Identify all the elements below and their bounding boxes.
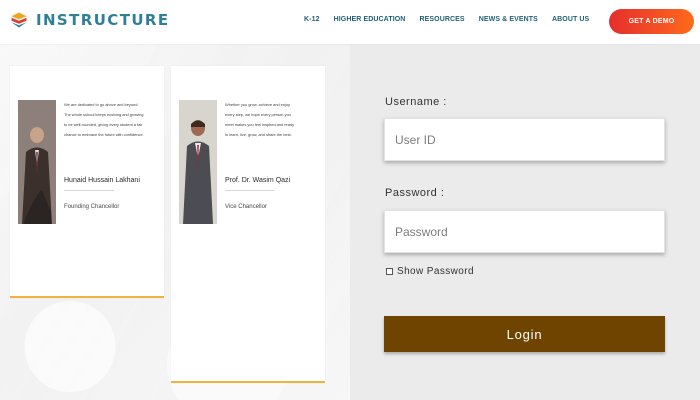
leader-title: Vice Chancellor — [225, 204, 267, 210]
primary-navigation: K-12 HIGHER EDUCATION RESOURCES NEWS & E… — [304, 16, 603, 23]
name-divider — [225, 190, 275, 191]
get-demo-button[interactable]: GET A DEMO — [609, 9, 694, 34]
leader-title: Founding Chancellor — [64, 204, 120, 210]
leader-name: Hunaid Hussain Lakhani — [64, 177, 140, 184]
login-button[interactable]: Login — [384, 316, 665, 352]
nav-about-us[interactable]: ABOUT US — [552, 16, 589, 23]
nav-k12[interactable]: K-12 — [304, 16, 320, 23]
leader-card-vice-chancellor: Whether you grow, achieve and enjoy ever… — [171, 66, 325, 383]
page-root: INSTRUCTURE K-12 HIGHER EDUCATION RESOUR… — [0, 0, 700, 400]
brand-name: INSTRUCTURE — [36, 11, 170, 29]
nav-news-events[interactable]: NEWS & EVENTS — [479, 16, 538, 23]
nav-higher-education[interactable]: HIGHER EDUCATION — [334, 16, 406, 23]
leadership-section: We are dedicated to go above and beyond.… — [0, 44, 350, 400]
username-input[interactable] — [384, 118, 665, 161]
portrait-illustration — [18, 100, 56, 224]
leader-quote: Whether you grow, achieve and enjoy ever… — [225, 102, 295, 137]
username-label: Username : — [385, 96, 447, 108]
portrait-illustration — [179, 100, 217, 224]
show-password-label: Show Password — [397, 266, 474, 277]
show-password-checkbox[interactable] — [386, 268, 393, 275]
brand-link[interactable]: INSTRUCTURE — [10, 11, 170, 29]
leader-portrait-vice-chancellor — [179, 100, 217, 224]
top-navigation-bar: INSTRUCTURE K-12 HIGHER EDUCATION RESOUR… — [0, 0, 700, 44]
leader-card-founding-chancellor: We are dedicated to go above and beyond.… — [10, 66, 164, 298]
instructure-logo-icon — [11, 12, 27, 28]
leader-quote: We are dedicated to go above and beyond.… — [64, 102, 144, 137]
nav-resources[interactable]: RESOURCES — [419, 16, 464, 23]
show-password-option[interactable]: Show Password — [386, 266, 474, 277]
leader-name: Prof. Dr. Wasim Qazi — [225, 177, 291, 184]
password-label: Password : — [385, 187, 445, 199]
name-divider — [64, 190, 114, 191]
login-panel: Username : Password : Show Password Logi… — [350, 44, 700, 400]
password-input[interactable] — [384, 210, 665, 253]
leader-portrait-founding-chancellor — [18, 100, 56, 224]
